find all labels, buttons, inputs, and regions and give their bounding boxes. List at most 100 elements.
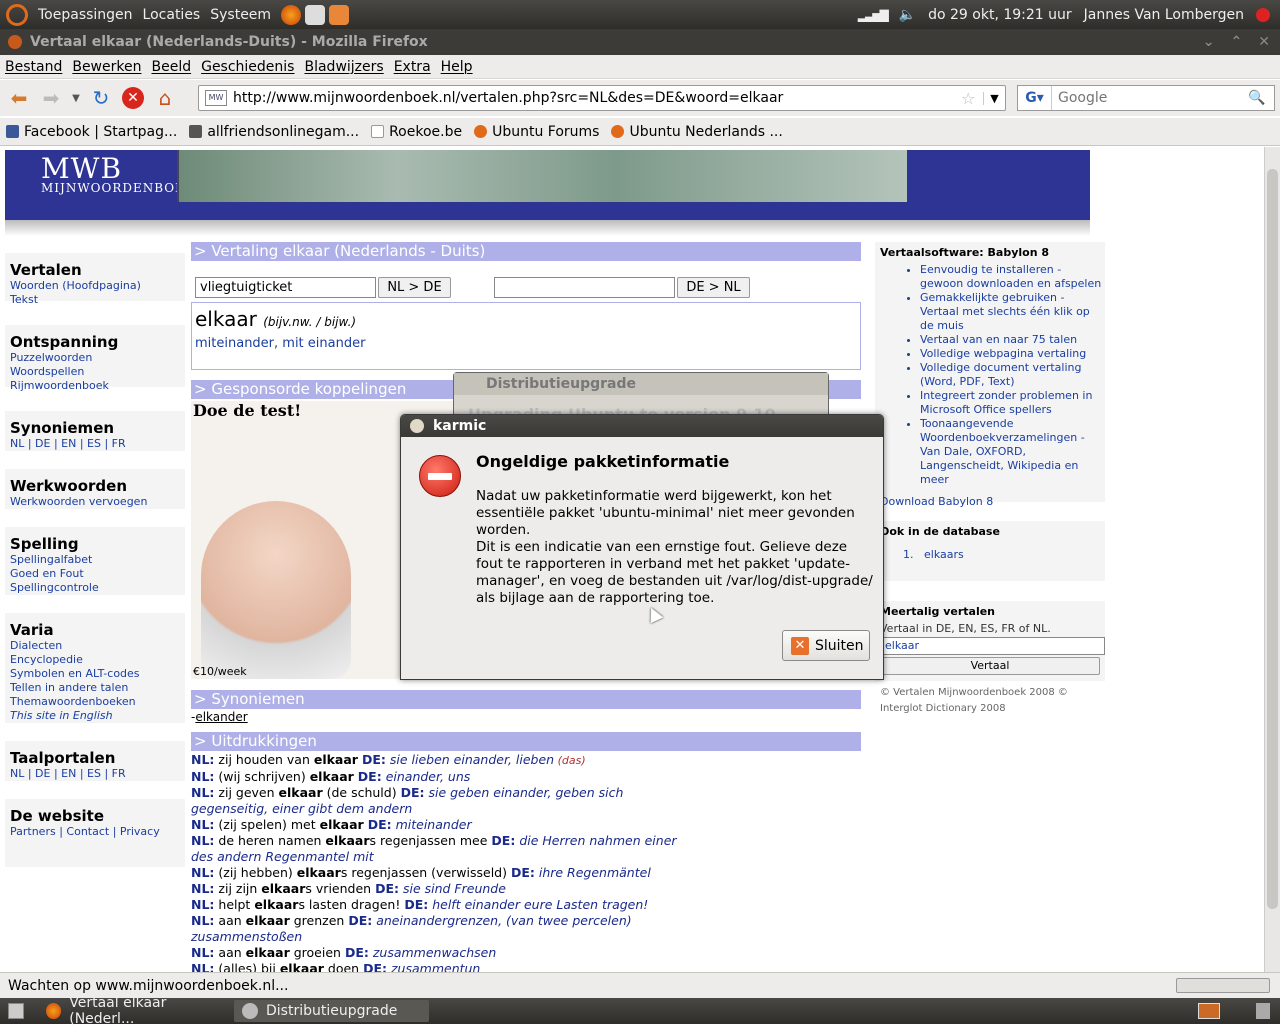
page-scrollbar[interactable] (1264, 147, 1280, 972)
google-engine-icon[interactable]: G▾ (1018, 86, 1052, 110)
panel-user[interactable]: Jannes Van Lombergen (1084, 7, 1244, 23)
menu-system[interactable]: Systeem (210, 7, 271, 23)
menu-applications[interactable]: Toepassingen (38, 7, 133, 23)
nav-link[interactable]: Spellingcontrole (5, 581, 185, 595)
close-dialog-button[interactable]: ✕ Sluiten (782, 630, 870, 661)
menu-bestand[interactable]: Bestand (0, 59, 67, 75)
bookmark-roekoe[interactable]: Roekoe.be (371, 124, 462, 140)
babylon-item[interactable]: Integreert zonder problemen in Microsoft… (920, 389, 1105, 417)
multi-translate-button[interactable]: Vertaal (880, 657, 1100, 675)
result-translation[interactable]: miteinander, mit einander (195, 336, 365, 351)
nav-link[interactable]: Werkwoorden vervoegen (5, 495, 185, 509)
ubuntu-logo-icon[interactable] (6, 3, 28, 26)
expression-part: NL: (191, 881, 215, 896)
minimize-icon[interactable]: ⌄ (1203, 34, 1215, 50)
nl-de-button[interactable]: NL > DE (378, 277, 451, 298)
volume-icon[interactable]: 🔈 (899, 7, 916, 23)
db-item[interactable]: 1. elkaars (875, 542, 1105, 561)
search-icon[interactable]: 🔍 (1248, 90, 1265, 106)
nav-link[interactable]: Encyclopedie (5, 653, 185, 667)
task-upgrade[interactable]: Distributieupgrade (234, 1000, 429, 1022)
de-nl-input[interactable] (494, 277, 675, 298)
url-bar[interactable]: MW http://www.mijnwoordenboek.nl/vertale… (198, 85, 1006, 111)
download-babylon-link[interactable]: Download Babylon 8 (875, 487, 1105, 516)
search-input[interactable] (1058, 90, 1248, 106)
forward-arrow-icon[interactable]: ➡ (38, 85, 64, 111)
nav-link[interactable]: Puzzelwoorden (5, 351, 185, 365)
babylon-item[interactable]: Eenvoudig te installeren - gewoon downlo… (920, 263, 1105, 291)
babylon-item[interactable]: Volledige document vertaling (Word, PDF,… (920, 361, 1105, 389)
nav-link[interactable]: Woordspellen (5, 365, 185, 379)
bookmark-facebook[interactable]: Facebook | Startpag... (6, 124, 177, 140)
bookmark-ubuntu-forums[interactable]: Ubuntu Forums (474, 124, 599, 140)
network-signal-icon[interactable]: ▂▃▅▇ (858, 8, 889, 22)
expression-row: NL: aan elkaar grenzen DE: aneinandergre… (191, 913, 701, 945)
expression-part: zij zijn (214, 881, 262, 896)
nav-link[interactable]: Woorden (Hoofdpagina) (5, 279, 185, 293)
back-arrow-icon[interactable]: ⬅ (6, 85, 32, 111)
nav-link[interactable]: NL | DE | EN | ES | FR (5, 767, 185, 781)
nav-link[interactable]: Rijmwoordenboek (5, 379, 185, 393)
site-banner[interactable]: MWB MIJNWOORDENBOEK (5, 150, 1090, 220)
home-icon[interactable]: ⌂ (152, 85, 178, 111)
nav-link[interactable]: Spellingalfabet (5, 553, 185, 567)
nav-link[interactable]: Tekst (5, 293, 185, 307)
expression-part: zij houden van (214, 752, 314, 767)
nav-link[interactable]: Goed en Fout (5, 567, 185, 581)
babylon-item[interactable]: Vertaal van en naar 75 talen (920, 333, 1105, 347)
firefox-launcher-icon[interactable] (281, 4, 302, 25)
nav-link[interactable]: Themawoordenboeken (5, 695, 185, 709)
bookmark-ubuntu-nl[interactable]: Ubuntu Nederlands ... (611, 124, 783, 140)
menu-geschiedenis[interactable]: Geschiedenis (196, 59, 299, 75)
nav-link[interactable]: Partners | Contact | Privacy (5, 825, 185, 839)
nav-link[interactable]: This site in English (5, 709, 185, 723)
mail-launcher-icon[interactable] (305, 4, 326, 25)
bookmark-allfriends[interactable]: allfriendsonlinegam... (189, 124, 359, 140)
nav-link[interactable]: NL | DE | EN | ES | FR (5, 437, 185, 451)
db-title: Ook in de database (880, 525, 1000, 538)
babylon-item[interactable]: Volledige webpagina vertaling (920, 347, 1105, 361)
expression-part: helpt (214, 897, 255, 912)
babylon-item[interactable]: Gemakkelijkte gebruiken - Vertaal met sl… (920, 291, 1105, 333)
nav-link[interactable]: Dialecten (5, 639, 185, 653)
nav-link[interactable]: Tellen in andere talen (5, 681, 185, 695)
shutdown-icon[interactable] (1256, 7, 1270, 22)
expression-part: elkaar (261, 881, 306, 896)
nav-link[interactable]: Symbolen en ALT-codes (5, 667, 185, 681)
site-logo[interactable]: MWB MIJNWOORDENBOEK (41, 152, 195, 195)
scrollbar-thumb[interactable] (1267, 169, 1278, 909)
expressions-heading: > Uitdrukkingen (191, 732, 861, 751)
menu-beeld[interactable]: Beeld (146, 59, 196, 75)
multi-input[interactable]: elkaar (880, 637, 1105, 655)
menu-help[interactable]: Help (436, 59, 478, 75)
bookmark-star-icon[interactable]: ☆ (961, 89, 983, 108)
task-firefox[interactable]: Vertaal elkaar (Nederl... (38, 995, 228, 1027)
folder-launcher-icon[interactable] (329, 4, 350, 25)
workspace-switcher[interactable] (1198, 1003, 1220, 1019)
menu-bladwijzers[interactable]: Bladwijzers (299, 59, 388, 75)
stop-icon[interactable]: ✕ (120, 85, 146, 111)
menu-extra[interactable]: Extra (389, 59, 436, 75)
url-text[interactable]: http://www.mijnwoordenboek.nl/vertalen.p… (233, 90, 783, 106)
expression-part: NL: (191, 752, 215, 767)
menu-places[interactable]: Locaties (143, 7, 201, 23)
babylon-item[interactable]: Toonaangevende Woordenboekverzamelingen … (920, 417, 1105, 487)
synonym-link[interactable]: elkander (195, 710, 247, 724)
reload-icon[interactable]: ↻ (88, 85, 114, 111)
expression-part: DE: (367, 817, 392, 832)
nav-title: Varia (10, 621, 54, 639)
menu-bewerken[interactable]: Bewerken (67, 59, 146, 75)
search-bar[interactable]: G▾ 🔍 (1017, 85, 1275, 111)
expression-part: sie lieben einander, lieben (385, 752, 555, 767)
panel-clock[interactable]: do 29 okt, 19:21 uur (928, 7, 1072, 23)
url-dropdown-icon[interactable]: ▼ (983, 91, 1005, 105)
maximize-icon[interactable]: ⌃ (1231, 34, 1243, 50)
trash-icon[interactable] (1256, 1003, 1270, 1019)
nl-de-input[interactable]: vliegtuigticket (195, 277, 376, 298)
status-text: Wachten op www.mijnwoordenboek.nl... (8, 977, 289, 994)
nav-varia: Varia Dialecten Encyclopedie Symbolen en… (5, 613, 185, 723)
history-dropdown-icon[interactable]: ▼ (70, 85, 82, 111)
de-nl-button[interactable]: DE > NL (677, 277, 750, 298)
show-desktop-icon[interactable] (8, 1003, 24, 1019)
close-icon[interactable]: ✕ (1258, 34, 1270, 50)
